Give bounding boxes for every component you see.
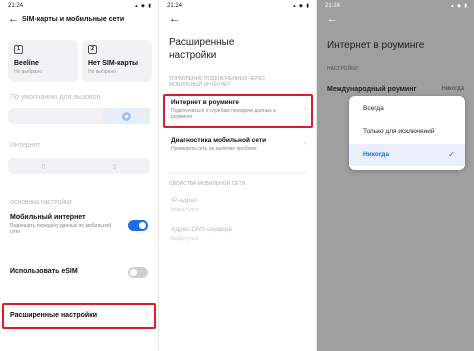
page-title: SIM-карты и мобильные сети [22,16,125,23]
advanced-settings-screen: 21:24 ▴ ◆ ▮ ← Расширенные настройки Упра… [158,0,316,351]
diagnostics-item-sub: Проверить сеть на наличие проблем [171,146,257,152]
status-icons: ▴ ◆ ▮ [293,3,310,9]
mobile-internet-toggle[interactable] [128,220,148,231]
checkmark-icon: ✓ [448,150,455,159]
option-never-label: Никогда [363,151,390,158]
roaming-item-sub: Подключаться к службам передачи данных в… [171,108,276,120]
sim-settings-screen: 21:24 ▴ ◆ ▮ ← SIM-карты и мобильные сети… [0,0,158,351]
internet-sim-selector[interactable]: ▯ ▯ [8,158,150,174]
roaming-options-menu: Всегда Только для исключений Никогда ✓ [349,96,465,170]
calls-option-ask[interactable] [102,108,150,124]
status-time: 21:24 [167,3,183,9]
dns-address-title: Адрес DNS-сервера [171,226,233,233]
option-never[interactable]: Никогда ✓ [349,144,465,166]
internet-label: Интернет [10,142,41,149]
sim-1-icon: 1 [14,45,23,54]
diagnostics-item-title[interactable]: Диагностика мобильной сети [171,137,266,144]
status-bar: 21:24 ▴ ◆ ▮ [159,0,316,12]
option-always[interactable]: Всегда [349,98,465,120]
status-icons: ▴ ◆ ▮ [135,3,152,9]
roaming-item-title[interactable]: Интернет в роуминге [171,99,239,106]
intl-roaming-value: Никогда [441,86,464,92]
mobile-internet-sub: Разрешить передачу данных по мобильной с… [10,223,112,235]
esim-title: Использовать eSIM [10,268,78,275]
calls-option-sim1[interactable] [8,108,55,124]
status-bar: 21:24 ▴ ◆ ▮ [317,0,474,12]
advanced-settings-item[interactable]: Расширенные настройки [10,312,97,319]
page-title: Интернет в роуминге [327,40,425,51]
option-exceptions-only[interactable]: Только для исключений [349,121,465,143]
chevron-right-icon: › [145,311,148,318]
dim-overlay [317,0,474,351]
back-arrow-icon[interactable]: ← [169,14,180,25]
status-bar: 21:24 ▴ ◆ ▮ [0,0,158,12]
sim-2-icon: 2 [88,45,97,54]
esim-toggle[interactable] [128,267,148,278]
dns-address-value: Недоступно [171,236,199,242]
ip-address-value: Недоступно [171,207,199,213]
chevron-right-icon: › [303,140,306,147]
sim-card-2[interactable]: 2 Нет SIM-карты Не выбрано [82,40,152,82]
chevron-right-icon: › [303,106,306,113]
calls-option-sim2[interactable] [55,108,102,124]
sim-2-status: Не выбрано [88,69,116,75]
basic-settings-label: Основные настройки [10,200,72,206]
status-time: 21:24 [8,3,24,9]
settings-section-label: Настройки [327,66,358,72]
intl-roaming-title[interactable]: Международный роуминг [327,86,416,93]
sim-card-1[interactable]: 1 Beeline Не выбрано [8,40,78,82]
back-arrow-icon[interactable]: ← [8,14,19,25]
divider [169,172,306,173]
sim-1-status: Не выбрано [14,69,42,75]
roaming-screen: 21:24 ▴ ◆ ▮ ← Интернет в роуминге Настро… [316,0,474,351]
sim-2-name: Нет SIM-карты [88,60,138,67]
ip-address-title: IP-адрес [171,197,198,204]
section-roaming-label: Управление подключением через мобильный … [169,76,265,88]
page-title: Расширенные настройки [169,37,235,61]
back-arrow-icon[interactable]: ← [327,14,338,25]
radio-selected-icon [121,111,131,121]
sim-1-name: Beeline [14,60,39,67]
status-time: 21:24 [325,3,341,9]
section-props-label: Свойства мобильной сети [169,181,246,187]
default-calls-label: По умолчанию для вызовов [10,94,101,101]
status-icons: ▴ ◆ ▮ [451,3,468,9]
internet-option-sim2[interactable]: ▯ [79,158,150,174]
internet-option-sim1[interactable]: ▯ [8,158,79,174]
default-calls-selector[interactable] [8,108,150,124]
mobile-internet-title: Мобильный интернет [10,214,86,221]
